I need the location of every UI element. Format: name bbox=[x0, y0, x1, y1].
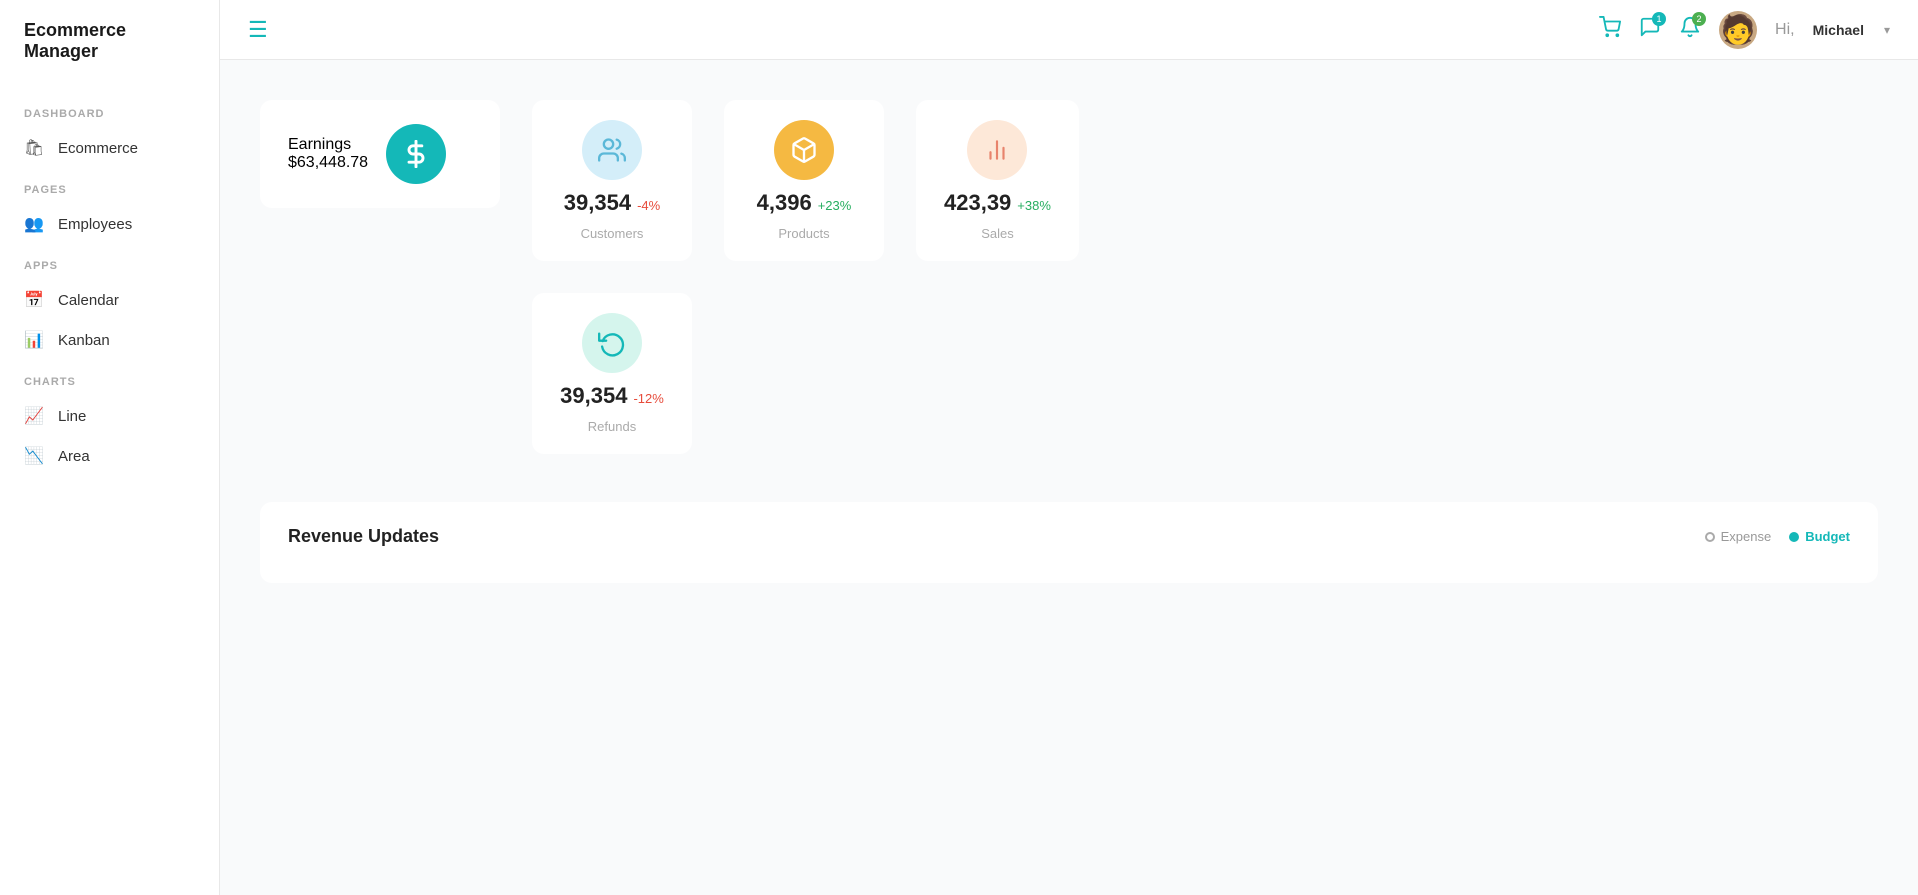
earnings-card: Earnings $63,448.78 bbox=[260, 100, 500, 208]
sidebar-item-area[interactable]: 📉 Area bbox=[0, 436, 219, 476]
sales-number: 423,39 bbox=[944, 190, 1011, 216]
products-icon-circle bbox=[774, 120, 834, 180]
avatar: 🧑 bbox=[1719, 11, 1757, 49]
sales-label: Sales bbox=[981, 226, 1014, 241]
sidebar-item-label: Area bbox=[58, 448, 90, 465]
sidebar-section-charts: CHARTS bbox=[0, 360, 219, 396]
refunds-number: 39,354 bbox=[560, 383, 627, 409]
customers-icon-circle bbox=[582, 120, 642, 180]
cart-button[interactable] bbox=[1599, 16, 1621, 44]
earnings-text: Earnings $63,448.78 bbox=[288, 136, 368, 172]
page-content: Earnings $63,448.78 bbox=[220, 60, 1918, 895]
revenue-section: Revenue Updates Expense Budget bbox=[260, 502, 1878, 583]
sidebar-item-ecommerce[interactable]: 🛍 Ecommerce bbox=[0, 128, 219, 168]
expense-label: Expense bbox=[1721, 529, 1772, 544]
user-dropdown-chevron[interactable]: ▾ bbox=[1884, 23, 1890, 37]
bell-button[interactable]: 2 bbox=[1679, 16, 1701, 44]
sidebar-item-line[interactable]: 📈 Line bbox=[0, 396, 219, 436]
stat-card-products: 4,396 +23% Products bbox=[724, 100, 884, 261]
customers-change: -4% bbox=[637, 198, 660, 213]
refunds-stat-row: 39,354 -12% bbox=[560, 383, 664, 409]
budget-dot bbox=[1789, 532, 1799, 542]
earnings-icon bbox=[386, 124, 446, 184]
sales-stat-row: 423,39 +38% bbox=[944, 190, 1051, 216]
user-name: Michael bbox=[1813, 22, 1864, 38]
hamburger-icon[interactable]: ☰ bbox=[248, 17, 268, 43]
products-number: 4,396 bbox=[757, 190, 812, 216]
sidebar-item-label: Kanban bbox=[58, 332, 110, 349]
sidebar-item-label: Calendar bbox=[58, 292, 119, 309]
earnings-label: Earnings bbox=[288, 136, 368, 154]
ecommerce-icon: 🛍 bbox=[24, 138, 44, 158]
stat-card-sales: 423,39 +38% Sales bbox=[916, 100, 1079, 261]
stats-row-1: Earnings $63,448.78 bbox=[260, 100, 1878, 261]
header-right: 1 2 🧑 Hi, Michael ▾ bbox=[1599, 11, 1890, 49]
sidebar-logo: Ecommerce Manager bbox=[0, 20, 219, 92]
expense-dot bbox=[1705, 532, 1715, 542]
sidebar-section-apps: APPS bbox=[0, 244, 219, 280]
sales-change: +38% bbox=[1017, 198, 1051, 213]
stats-row-2: 39,354 -12% Refunds bbox=[260, 293, 1878, 454]
bell-badge: 2 bbox=[1692, 12, 1706, 26]
refunds-change: -12% bbox=[633, 391, 663, 406]
earnings-value: $63,448.78 bbox=[288, 154, 368, 172]
refunds-icon-circle bbox=[582, 313, 642, 373]
legend-budget: Budget bbox=[1789, 529, 1850, 544]
revenue-title: Revenue Updates bbox=[288, 526, 439, 547]
stat-card-refunds: 39,354 -12% Refunds bbox=[532, 293, 692, 454]
stat-card-customers: 39,354 -4% Customers bbox=[532, 100, 692, 261]
main-content: ☰ 1 2 bbox=[220, 0, 1918, 895]
products-stat-row: 4,396 +23% bbox=[757, 190, 852, 216]
products-label: Products bbox=[778, 226, 829, 241]
sidebar-item-label: Employees bbox=[58, 216, 132, 233]
sidebar-item-label: Ecommerce bbox=[58, 140, 138, 157]
legend-expense: Expense bbox=[1705, 529, 1772, 544]
kanban-icon: 📊 bbox=[24, 330, 44, 350]
area-chart-icon: 📉 bbox=[24, 446, 44, 466]
sidebar-item-calendar[interactable]: 📅 Calendar bbox=[0, 280, 219, 320]
sidebar-section-dashboard: DASHBOARD bbox=[0, 92, 219, 128]
employees-icon: 👥 bbox=[24, 214, 44, 234]
message-badge: 1 bbox=[1652, 12, 1666, 26]
sidebar-item-label: Line bbox=[58, 408, 86, 425]
sidebar-item-employees[interactable]: 👥 Employees bbox=[0, 204, 219, 244]
revenue-legend: Expense Budget bbox=[1705, 529, 1850, 544]
customers-stat-row: 39,354 -4% bbox=[564, 190, 660, 216]
line-chart-icon: 📈 bbox=[24, 406, 44, 426]
refunds-label: Refunds bbox=[588, 419, 636, 434]
user-greeting: Hi, bbox=[1775, 21, 1795, 39]
sidebar-section-pages: PAGES bbox=[0, 168, 219, 204]
sales-icon-circle bbox=[967, 120, 1027, 180]
calendar-icon: 📅 bbox=[24, 290, 44, 310]
sidebar: Ecommerce Manager DASHBOARD 🛍 Ecommerce … bbox=[0, 0, 220, 895]
revenue-header: Revenue Updates Expense Budget bbox=[288, 526, 1850, 547]
message-button[interactable]: 1 bbox=[1639, 16, 1661, 44]
customers-label: Customers bbox=[581, 226, 644, 241]
products-change: +23% bbox=[818, 198, 852, 213]
budget-label: Budget bbox=[1805, 529, 1850, 544]
customers-number: 39,354 bbox=[564, 190, 631, 216]
sidebar-item-kanban[interactable]: 📊 Kanban bbox=[0, 320, 219, 360]
header: ☰ 1 2 bbox=[220, 0, 1918, 60]
